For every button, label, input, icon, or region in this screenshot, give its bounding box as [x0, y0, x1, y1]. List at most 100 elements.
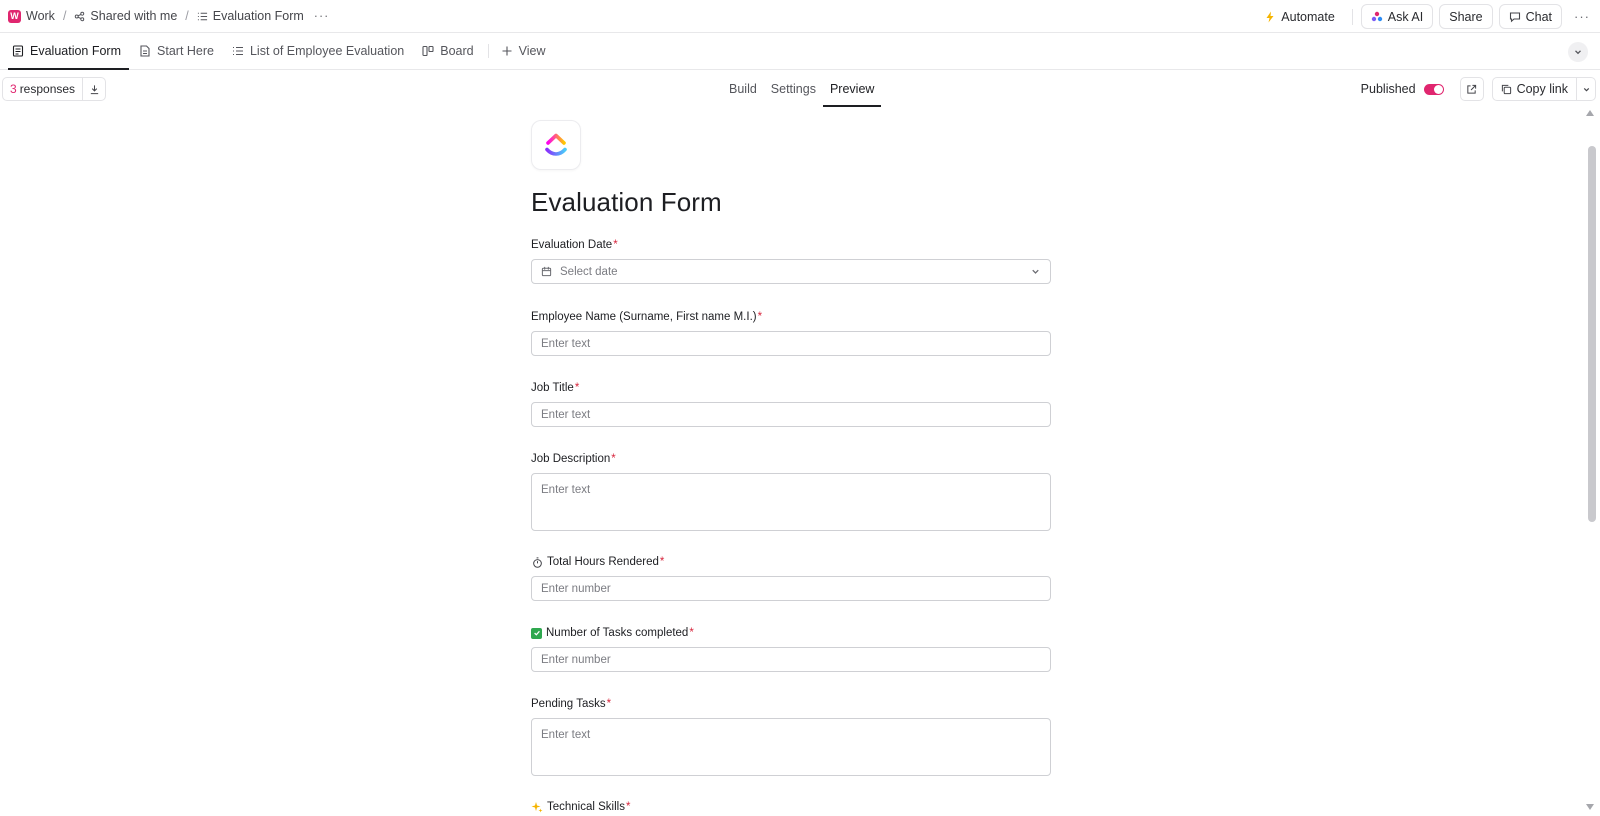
chat-button[interactable]: Chat [1498, 4, 1562, 29]
list-icon [197, 12, 207, 20]
doc-icon [140, 45, 150, 57]
evaluation-date-picker[interactable]: Select date [531, 259, 1051, 284]
tab-settings[interactable]: Settings [764, 70, 823, 108]
scroll-down-arrow[interactable] [1586, 804, 1594, 810]
required-mark: * [757, 311, 763, 323]
copy-icon [1501, 84, 1511, 94]
copy-link-options-button[interactable] [1577, 78, 1595, 100]
share-button[interactable]: Share [1439, 4, 1493, 29]
breadcrumb-more-button[interactable]: ··· [314, 9, 330, 23]
collapse-button[interactable] [1568, 42, 1588, 62]
breadcrumb-current-label: Evaluation Form [212, 9, 304, 23]
job-description-textarea[interactable]: Enter text [531, 473, 1051, 531]
form-logo [531, 120, 581, 170]
field-label: Pending Tasks * [531, 697, 1051, 711]
required-mark: * [606, 698, 612, 710]
required-mark: * [574, 382, 580, 394]
tab-evaluation-form[interactable]: Evaluation Form [8, 33, 130, 70]
breadcrumb-shared-label: Shared with me [90, 9, 178, 23]
tab-board[interactable]: Board [418, 33, 477, 69]
board-icon [422, 45, 434, 57]
tab-build[interactable]: Build [722, 70, 764, 108]
responses-count: 3 [10, 82, 17, 96]
field-job-description: Job Description * Enter text [531, 452, 1051, 531]
divider [487, 44, 489, 58]
required-mark: * [613, 239, 618, 251]
chevron-down-icon [1583, 87, 1589, 91]
copy-link-label: Copy link [1516, 82, 1568, 96]
copy-link-button[interactable]: Copy link [1493, 78, 1577, 100]
tab-label: List of Employee Evaluation [249, 44, 405, 58]
chevron-down-icon [1575, 50, 1581, 55]
form-preview: Evaluation Form Evaluation Date * Select … [531, 120, 1051, 813]
employee-name-input[interactable]: Enter text [531, 331, 1051, 356]
field-label-text: Total Hours Rendered [547, 556, 659, 568]
ask-ai-label: Ask AI [1387, 9, 1424, 24]
form-mode-tabs: Build Settings Preview [722, 70, 882, 108]
scrollbar-thumb[interactable] [1588, 146, 1596, 522]
field-label: Technical Skills * [531, 800, 1051, 814]
breadcrumb-current[interactable]: Evaluation Form [197, 9, 304, 23]
sparkles-icon [531, 801, 543, 813]
field-evaluation-date: Evaluation Date * Select date [531, 238, 1051, 284]
date-placeholder: Select date [560, 265, 618, 278]
breadcrumb-separator: / [185, 9, 189, 23]
stopwatch-icon [531, 556, 543, 568]
tasks-completed-input[interactable]: Enter number [531, 647, 1051, 672]
automate-button[interactable]: Automate [1255, 4, 1344, 29]
field-label: Employee Name (Surname, First name M.I.)… [531, 310, 1051, 324]
tab-label: Evaluation Form [30, 44, 122, 58]
clickup-logo-icon [545, 133, 567, 156]
date-picker-content: Select date [541, 266, 618, 278]
tab-preview[interactable]: Preview [822, 70, 882, 108]
breadcrumb: W Work / Shared with me / Evaluation For… [0, 9, 329, 23]
tab-start-here[interactable]: Start Here [135, 33, 218, 69]
workspace-badge-icon: W [8, 9, 21, 23]
tab-list-of-employee-evaluation[interactable]: List of Employee Evaluation [228, 33, 408, 69]
field-label: Job Description * [531, 452, 1051, 466]
lightning-icon [1266, 11, 1274, 22]
add-view-button[interactable]: View [497, 33, 550, 69]
copy-link-group: Copy link [1491, 77, 1596, 101]
breadcrumb-workspace[interactable]: W Work [8, 9, 55, 23]
field-label: Job Title * [531, 381, 1051, 395]
field-label: Total Hours Rendered * [531, 555, 1051, 569]
field-job-title: Job Title * Enter text [531, 381, 1051, 427]
field-label-text: Number of Tasks completed [546, 627, 689, 639]
download-button[interactable] [83, 84, 105, 95]
field-label-text: Evaluation Date [531, 239, 613, 251]
required-mark: * [611, 453, 616, 465]
form-icon [12, 45, 24, 57]
form-canvas: Evaluation Form Evaluation Date * Select … [0, 108, 1600, 816]
field-pending-tasks: Pending Tasks * Enter text [531, 697, 1051, 776]
chat-icon [1509, 11, 1520, 22]
published-label: Published [1360, 82, 1416, 96]
pending-tasks-textarea[interactable]: Enter text [531, 718, 1051, 776]
chevron-down-icon [1032, 269, 1039, 274]
checkmark-icon [531, 627, 542, 639]
tab-label: Board [440, 44, 474, 58]
total-hours-input[interactable]: Enter number [531, 576, 1051, 601]
external-link-icon [1467, 84, 1477, 94]
field-label: Evaluation Date * [531, 238, 1051, 252]
ai-sparkle-icon [1371, 11, 1382, 21]
form-toolbar: 3 responses Build Settings Preview Publi… [0, 70, 1600, 108]
breadcrumb-shared[interactable]: Shared with me [74, 9, 177, 23]
required-mark: * [659, 556, 665, 568]
scroll-up-arrow[interactable] [1586, 110, 1594, 116]
field-label-text: Pending Tasks [531, 698, 606, 710]
published-toggle[interactable] [1423, 83, 1444, 95]
ask-ai-button[interactable]: Ask AI [1360, 4, 1434, 29]
job-title-input[interactable]: Enter text [531, 402, 1051, 427]
automate-label: Automate [1281, 9, 1335, 24]
more-options-button[interactable]: ··· [1568, 9, 1596, 24]
field-label-text: Technical Skills [547, 801, 625, 813]
field-label-text: Employee Name (Surname, First name M.I.) [531, 311, 757, 323]
share-label: Share [1449, 9, 1483, 24]
open-external-button[interactable] [1459, 77, 1484, 101]
responses-button[interactable]: 3 responses [3, 78, 84, 100]
download-icon [90, 84, 98, 94]
form-title: Evaluation Form [531, 187, 722, 217]
top-bar: W Work / Shared with me / Evaluation For… [0, 0, 1600, 33]
calendar-icon [541, 266, 552, 277]
